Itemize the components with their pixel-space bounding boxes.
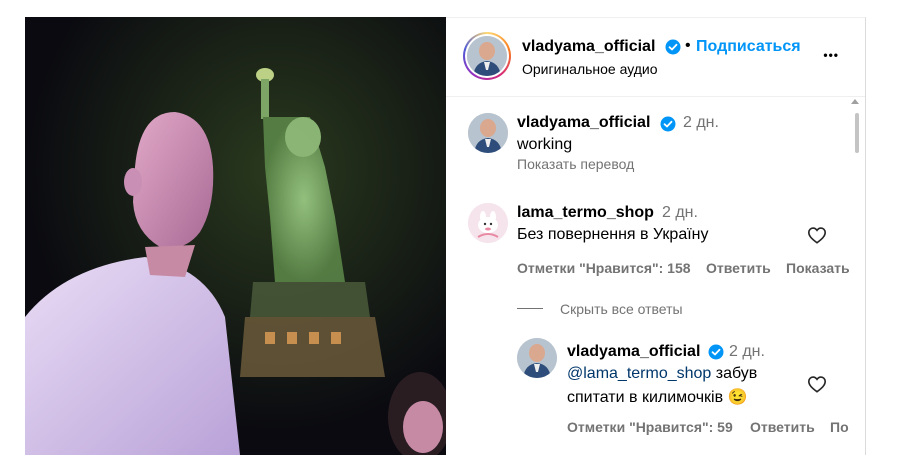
comment-username[interactable]: vladyama_official	[517, 114, 650, 132]
reply-username[interactable]: vladyama_official	[567, 343, 700, 361]
reply-text-line2: спитати в килимочків 😉	[567, 387, 747, 407]
more-button[interactable]: По	[830, 419, 849, 435]
comment-timestamp[interactable]: 2 дн.	[683, 114, 719, 132]
post-header: vladyama_official • Подписаться Оригинал…	[446, 18, 865, 97]
scroll-up-arrow-icon[interactable]	[851, 99, 859, 104]
hide-replies-button[interactable]: Скрыть все ответы	[560, 301, 683, 317]
comment-text: working	[517, 136, 573, 153]
reply-text-part: спитати в килимочків	[567, 389, 724, 406]
post-panel: vladyama_official • Подписаться Оригинал…	[446, 17, 866, 455]
reply-timestamp[interactable]: 2 дн.	[729, 343, 765, 361]
audio-label[interactable]: Оригинальное аудио	[522, 61, 658, 77]
author-avatar[interactable]	[463, 32, 511, 80]
commenter-avatar[interactable]	[468, 113, 508, 153]
reply-text-part: забув	[711, 365, 758, 382]
show-more-button[interactable]: Показать	[786, 260, 850, 276]
mention-link[interactable]: @lama_termo_shop	[567, 365, 711, 382]
comment-timestamp[interactable]: 2 дн.	[662, 204, 698, 222]
verified-badge-icon	[660, 116, 676, 137]
author-username[interactable]: vladyama_official	[522, 38, 655, 56]
follow-button[interactable]: Подписаться	[696, 38, 801, 56]
like-heart-icon[interactable]	[807, 226, 827, 249]
video-player[interactable]	[25, 17, 446, 455]
commenter-avatar[interactable]	[468, 203, 508, 243]
header-separator: •	[685, 37, 691, 54]
reply-button[interactable]: Ответить	[750, 419, 815, 435]
likes-count[interactable]: Отметки "Нравится": 59	[567, 419, 733, 435]
wink-emoji: 😉	[727, 389, 748, 406]
more-options-icon[interactable]: •••	[823, 48, 839, 62]
reply-button[interactable]: Ответить	[706, 260, 771, 276]
reply-text-line1: @lama_termo_shop забув	[567, 365, 757, 383]
show-translation-link[interactable]: Показать перевод	[517, 156, 634, 172]
scrollbar-thumb[interactable]	[855, 113, 859, 153]
verified-badge-icon	[708, 344, 724, 365]
like-heart-icon[interactable]	[807, 375, 827, 398]
commenter-avatar[interactable]	[517, 338, 557, 378]
comment-username[interactable]: lama_termo_shop	[517, 204, 654, 222]
replies-divider	[517, 308, 543, 309]
comments-scrollbar[interactable]	[854, 113, 860, 443]
likes-count[interactable]: Отметки "Нравится": 158	[517, 260, 691, 276]
comment-text: Без повернення в Україну	[517, 226, 709, 243]
verified-badge-icon	[665, 39, 681, 60]
video-frame	[25, 17, 446, 455]
